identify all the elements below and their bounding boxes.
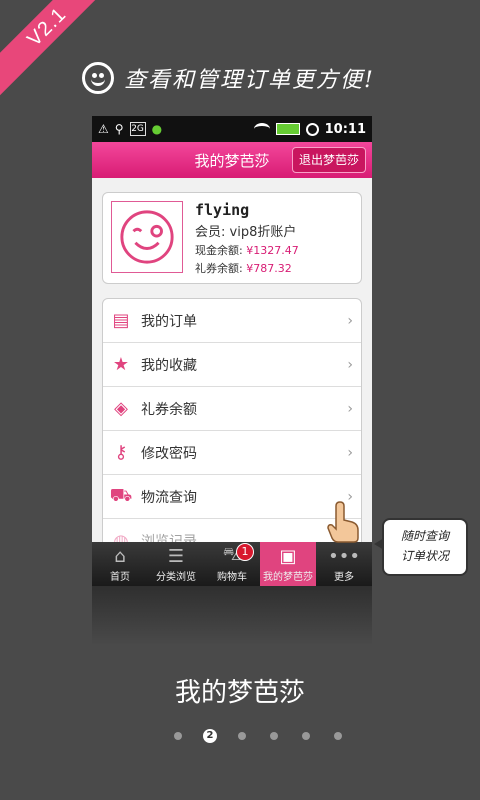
menu-item-label: 我的收藏 (141, 357, 197, 374)
user-name: flying (195, 201, 250, 219)
cash-balance: 现金余额: ¥1327.47 (195, 242, 299, 258)
page-title: 我的梦芭莎 (194, 151, 270, 170)
page-dot[interactable] (258, 728, 290, 744)
page-dot[interactable] (322, 728, 354, 744)
menu-item-orders[interactable]: ▤ 我的订单 › (103, 299, 361, 343)
tab-home[interactable]: ⌂ 首页 (92, 542, 148, 586)
page-dot[interactable] (290, 728, 322, 744)
page-dot[interactable] (162, 728, 194, 744)
title-bar: 我的梦芭莎 退出梦芭莎 (92, 142, 372, 178)
tab-more[interactable]: ••• 更多 (316, 542, 372, 586)
phone-reflection (92, 586, 372, 646)
cash-value: ¥1327.47 (246, 244, 299, 257)
cart-count-badge: 1 (236, 543, 254, 561)
callout-line: 订单状况 (400, 549, 449, 563)
logout-button[interactable]: 退出梦芭莎 (291, 147, 366, 173)
tab-label: 更多 (334, 572, 354, 583)
home-icon: ⌂ (114, 545, 126, 567)
menu-item-password[interactable]: ⚷ 修改密码 › (103, 431, 361, 475)
tab-label: 我的梦芭莎 (263, 572, 313, 583)
list-icon: ☰ (167, 545, 185, 567)
page-dot[interactable] (226, 728, 258, 744)
network-icon: 2G (129, 122, 146, 136)
coupon-label: 礼券余额: (195, 262, 243, 275)
page-indicator: 2 (162, 728, 354, 744)
chevron-right-icon: › (347, 356, 353, 373)
coupon-value: ¥787.32 (246, 262, 292, 275)
order-icon: ▤ (112, 310, 130, 331)
app-icon: ● (151, 122, 163, 136)
tab-categories[interactable]: ☰ 分类浏览 (148, 542, 204, 586)
chevron-right-icon: › (347, 312, 353, 329)
chevron-right-icon: › (347, 444, 353, 461)
menu-item-label: 我的订单 (141, 313, 197, 330)
chevron-right-icon: › (347, 400, 353, 417)
star-icon: ★ (112, 354, 130, 375)
cash-label: 现金余额: (195, 244, 243, 257)
menu-item-label: 礼券余额 (141, 401, 197, 418)
contact-icon: ▣ (279, 545, 297, 567)
pointing-hand-icon (327, 501, 359, 543)
smile-icon (82, 62, 114, 94)
tab-bar: ⌂ 首页 ☰ 分类浏览 ⛍ 1 购物车 ▣ 我的梦芭莎 ••• 更多 (92, 542, 372, 586)
tab-cart[interactable]: ⛍ 1 购物车 (204, 542, 260, 586)
member-level: 会员: vip8折账户 (195, 225, 297, 240)
profile-card: flying 会员: vip8折账户 现金余额: ¥1327.47 礼券余额: … (102, 192, 362, 284)
menu-item-favorites[interactable]: ★ 我的收藏 › (103, 343, 361, 387)
tab-my-account[interactable]: ▣ 我的梦芭莎 (260, 542, 316, 586)
account-menu: ▤ 我的订单 › ★ 我的收藏 › ◈ 礼券余额 › ⚷ 修改密码 › ⛟ 物流… (102, 298, 362, 564)
headline-text: 查看和管理订单更方便! (124, 68, 375, 93)
current-page-number: 2 (203, 729, 217, 743)
alarm-icon (305, 122, 319, 136)
tab-label: 分类浏览 (156, 572, 196, 583)
more-icon: ••• (328, 545, 360, 567)
callout-line: 随时查询 (400, 529, 449, 543)
tab-label: 购物车 (217, 572, 247, 583)
avatar[interactable] (111, 201, 183, 273)
tag-icon: ◈ (114, 398, 128, 419)
menu-item-label: 修改密码 (141, 445, 197, 462)
usb-icon: ⚲ (114, 122, 124, 136)
warning-icon: ⚠ (98, 122, 109, 136)
page-dot-active[interactable]: 2 (194, 728, 226, 744)
status-time: 10:11 (324, 121, 366, 137)
menu-item-logistics[interactable]: ⛟ 物流查询 › (103, 475, 361, 519)
menu-item-label: 物流查询 (141, 489, 197, 506)
key-icon: ⚷ (114, 442, 128, 463)
status-bar: ⚠ ⚲ 2G ● 10:11 (92, 116, 372, 142)
tip-callout: 随时查询 订单状况 (374, 518, 468, 576)
coupon-balance: 礼券余额: ¥787.32 (195, 260, 299, 276)
menu-item-coupons[interactable]: ◈ 礼券余额 › (103, 387, 361, 431)
headline: 查看和管理订单更方便! (82, 60, 375, 96)
tab-label: 首页 (110, 572, 130, 583)
truck-icon: ⛟ (109, 484, 133, 506)
wink-face-icon (120, 210, 174, 264)
battery-icon (275, 123, 300, 135)
wifi-icon (253, 123, 270, 135)
page-caption: 我的梦芭莎 (174, 678, 305, 708)
